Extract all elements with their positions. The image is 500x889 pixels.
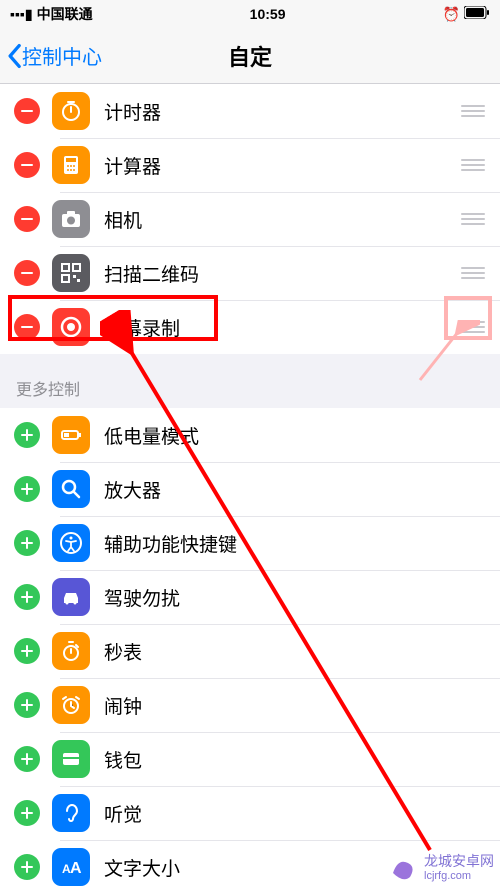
drag-handle[interactable] [460,267,486,279]
signal-icon: ▪▪▪▮ [10,6,33,23]
battery-icon [464,6,490,22]
add-button[interactable] [14,692,40,718]
status-bar: ▪▪▪▮ 中国联通 10:59 ⏰ [0,0,500,28]
row-label: 屏幕录制 [104,314,460,341]
row-label: 钱包 [104,746,486,773]
drag-handle[interactable] [460,321,486,333]
row-label: 计算器 [104,152,460,179]
timer-icon [52,92,90,130]
row-lowpower: 低电量模式 [0,408,500,462]
row-label: 低电量模式 [104,422,486,449]
wallet-icon [52,740,90,778]
alarm-icon [52,686,90,724]
row-dnd-drive: 驾驶勿扰 [0,570,500,624]
stopwatch-icon [52,632,90,670]
section-more-header: 更多控制 [0,354,500,408]
status-time: 10:59 [250,6,286,22]
magnifier-icon [52,470,90,508]
alarm-status-icon: ⏰ [443,6,460,23]
drag-handle[interactable] [460,159,486,171]
row-calculator: 计算器 [0,138,500,192]
row-label: 闹钟 [104,692,486,719]
row-hearing: 听觉 [0,786,500,840]
row-label: 秒表 [104,638,486,665]
nav-bar: 控制中心 自定 [0,28,500,84]
watermark-logo-icon [388,853,418,883]
carrier-label: 中国联通 [37,4,93,24]
add-button[interactable] [14,746,40,772]
remove-button[interactable] [14,314,40,340]
row-magnifier: 放大器 [0,462,500,516]
back-button[interactable]: 控制中心 [0,41,102,70]
included-list: 计时器计算器相机扫描二维码屏幕录制 [0,84,500,354]
row-alarm: 闹钟 [0,678,500,732]
camera-icon [52,200,90,238]
more-list: 低电量模式放大器辅助功能快捷键驾驶勿扰秒表闹钟钱包听觉文字大小 [0,408,500,889]
calculator-icon [52,146,90,184]
row-label: 辅助功能快捷键 [104,530,486,557]
remove-button[interactable] [14,152,40,178]
watermark-line1: 龙城安卓网 [424,854,494,869]
add-button[interactable] [14,476,40,502]
row-qr: 扫描二维码 [0,246,500,300]
drag-handle[interactable] [460,213,486,225]
add-button[interactable] [14,800,40,826]
row-accessibility: 辅助功能快捷键 [0,516,500,570]
remove-button[interactable] [14,206,40,232]
row-label: 放大器 [104,476,486,503]
watermark: 龙城安卓网 lcjrfg.com [388,853,494,883]
drag-handle[interactable] [460,105,486,117]
row-wallet: 钱包 [0,732,500,786]
textsize-icon [52,848,90,886]
chevron-left-icon [6,43,22,69]
remove-button[interactable] [14,98,40,124]
ear-icon [52,794,90,832]
row-camera: 相机 [0,192,500,246]
row-label: 听觉 [104,800,486,827]
add-button[interactable] [14,638,40,664]
record-icon [52,308,90,346]
row-stopwatch: 秒表 [0,624,500,678]
row-timer: 计时器 [0,84,500,138]
qr-icon [52,254,90,292]
row-screenrec: 屏幕录制 [0,300,500,354]
back-label: 控制中心 [22,41,102,70]
add-button[interactable] [14,854,40,880]
watermark-line2: lcjrfg.com [424,870,494,882]
battery-icon [52,416,90,454]
remove-button[interactable] [14,260,40,286]
car-icon [52,578,90,616]
add-button[interactable] [14,422,40,448]
row-label: 计时器 [104,98,460,125]
row-label: 驾驶勿扰 [104,584,486,611]
add-button[interactable] [14,530,40,556]
row-label: 扫描二维码 [104,260,460,287]
accessibility-icon [52,524,90,562]
row-label: 相机 [104,206,460,233]
add-button[interactable] [14,584,40,610]
